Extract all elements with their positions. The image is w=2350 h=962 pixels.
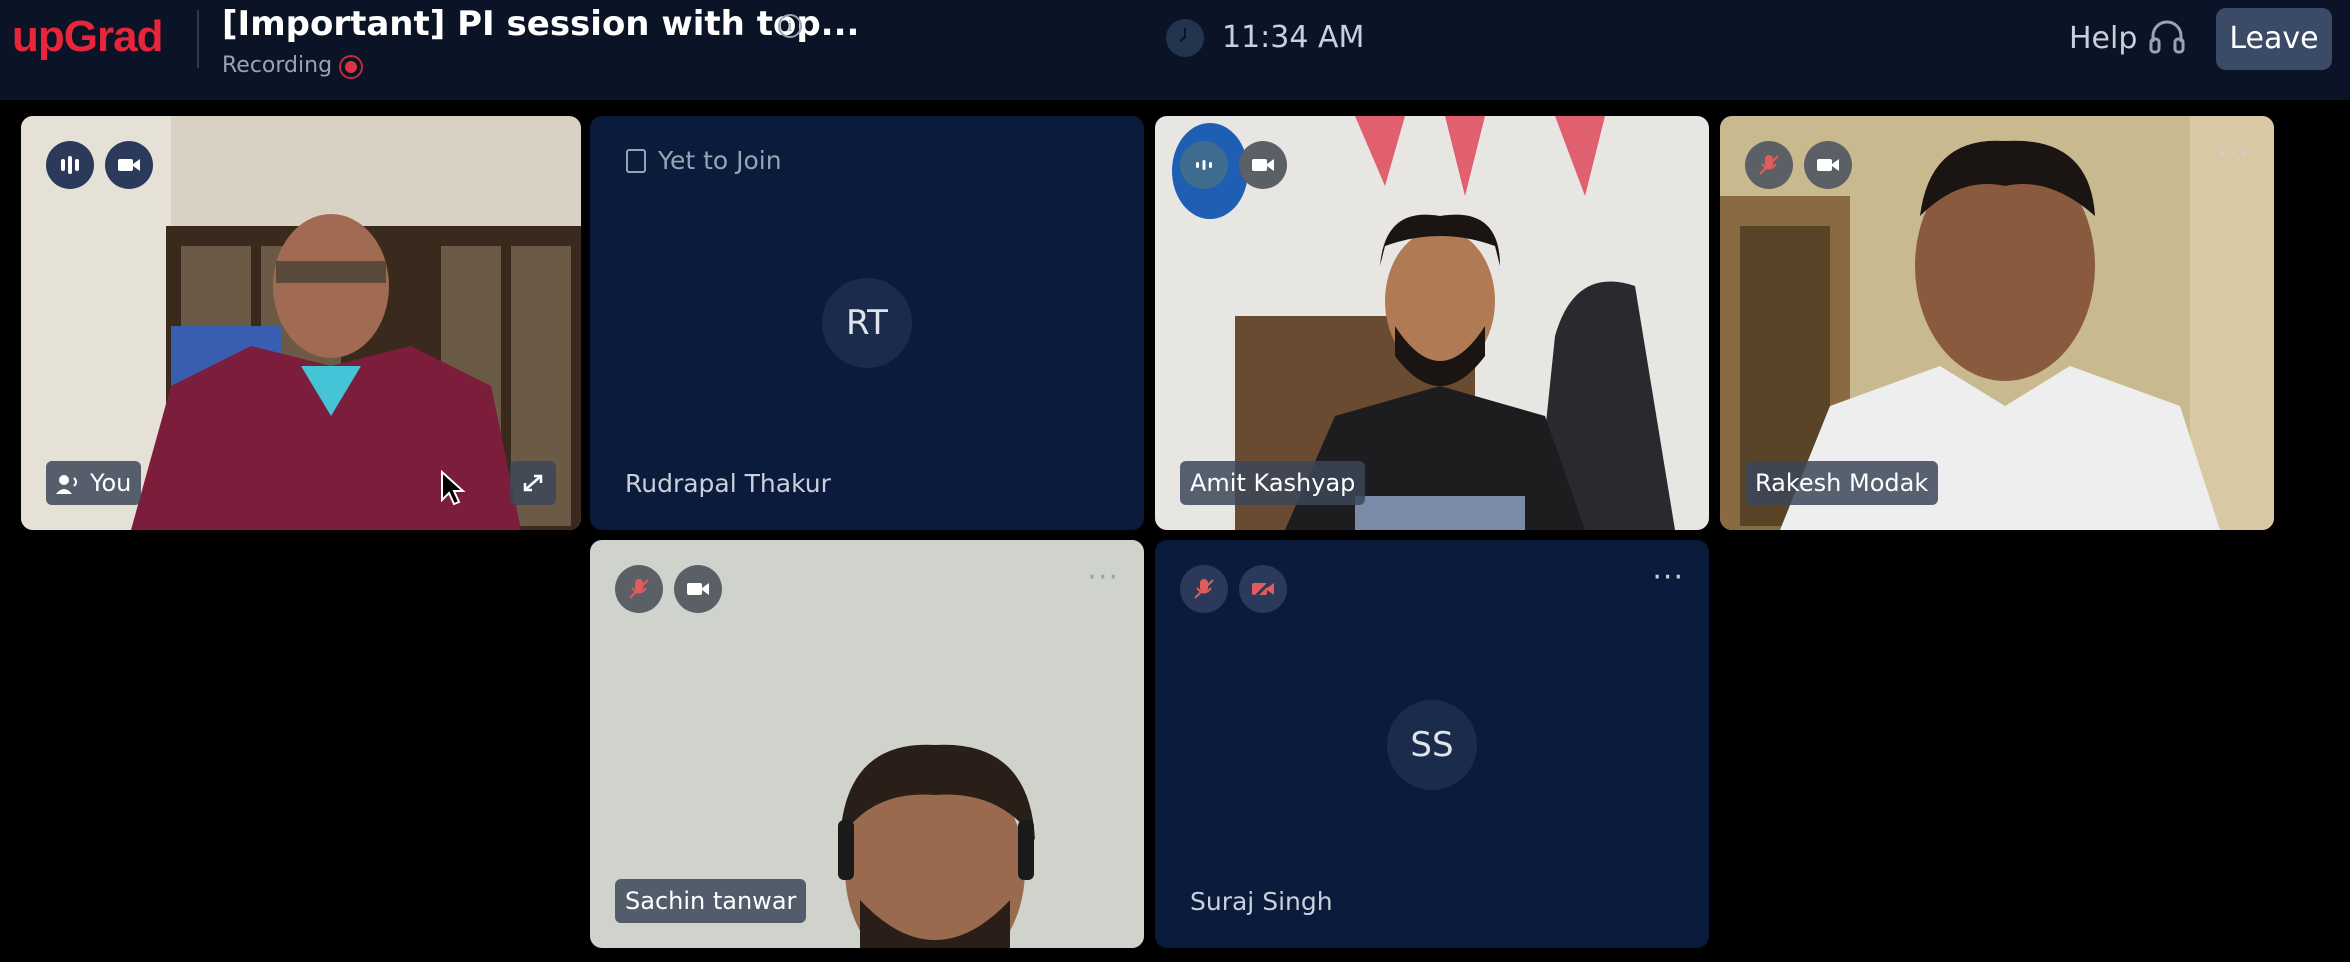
header-divider bbox=[197, 10, 199, 68]
participant-tile-rudrapal-thakur[interactable]: Yet to Join RT Rudrapal Thakur bbox=[590, 116, 1144, 530]
participant-tile-suraj-singh[interactable]: ··· SS Suraj Singh bbox=[1155, 540, 1709, 948]
participant-name: Rudrapal Thakur bbox=[625, 469, 831, 498]
participant-avatar: SS bbox=[1387, 700, 1477, 790]
meeting-title: [Important] PI session with top... bbox=[222, 4, 860, 44]
meeting-header: upGrad [Important] PI session with top..… bbox=[0, 0, 2350, 100]
participant-tile-you[interactable]: You bbox=[21, 116, 581, 530]
camera-off-icon[interactable] bbox=[1239, 565, 1287, 613]
recording-label: Recording bbox=[222, 53, 333, 78]
speaking-indicator-icon[interactable] bbox=[46, 141, 94, 189]
camera-icon[interactable] bbox=[105, 141, 153, 189]
participant-name-badge: Rakesh Modak bbox=[1745, 461, 1939, 505]
participant-name: Amit Kashyap bbox=[1190, 469, 1356, 497]
camera-icon[interactable] bbox=[1804, 141, 1852, 189]
participant-name-badge: Sachin tanwar bbox=[615, 879, 807, 923]
leave-button[interactable]: Leave bbox=[2216, 8, 2332, 70]
expand-icon[interactable] bbox=[510, 461, 556, 505]
mic-muted-icon[interactable] bbox=[1745, 141, 1793, 189]
mic-muted-icon[interactable] bbox=[615, 565, 663, 613]
participant-tile-sachin-tanwar[interactable]: ··· Sachin tanwar bbox=[590, 540, 1144, 948]
headset-icon[interactable] bbox=[2148, 20, 2186, 56]
meeting-time: 11:34 AM bbox=[1222, 20, 1365, 55]
mouse-cursor-icon bbox=[441, 470, 466, 506]
participant-avatar: RT bbox=[822, 278, 912, 368]
participant-name: You bbox=[90, 469, 132, 497]
yet-to-join-status: Yet to Join bbox=[626, 146, 782, 175]
join-door-icon bbox=[626, 149, 646, 173]
recording-indicator-icon bbox=[339, 55, 363, 79]
info-icon[interactable]: i bbox=[778, 14, 802, 38]
mic-muted-icon[interactable] bbox=[1180, 565, 1228, 613]
clock-icon bbox=[1166, 19, 1204, 57]
help-link[interactable]: Help bbox=[2069, 21, 2137, 56]
participant-name: Rakesh Modak bbox=[1755, 469, 1929, 497]
participant-tile-amit-kashyap[interactable]: Amit Kashyap bbox=[1155, 116, 1709, 530]
participant-tile-rakesh-modak[interactable]: ··· Rakesh Modak bbox=[1720, 116, 2274, 530]
participant-name: Sachin tanwar bbox=[625, 887, 797, 915]
more-options-icon[interactable]: ··· bbox=[2217, 139, 2249, 169]
yet-to-join-label: Yet to Join bbox=[658, 146, 782, 175]
camera-icon[interactable] bbox=[674, 565, 722, 613]
participant-name: Suraj Singh bbox=[1190, 887, 1333, 916]
participant-name-badge: Amit Kashyap bbox=[1180, 461, 1366, 505]
camera-icon[interactable] bbox=[1239, 141, 1287, 189]
participant-name-badge: You bbox=[46, 461, 142, 505]
more-options-icon[interactable]: ··· bbox=[1087, 563, 1119, 593]
speaker-icon bbox=[56, 475, 77, 494]
upgrad-logo: upGrad bbox=[12, 12, 163, 61]
more-options-icon[interactable]: ··· bbox=[1652, 563, 1684, 593]
speaking-indicator-icon[interactable] bbox=[1180, 141, 1228, 189]
